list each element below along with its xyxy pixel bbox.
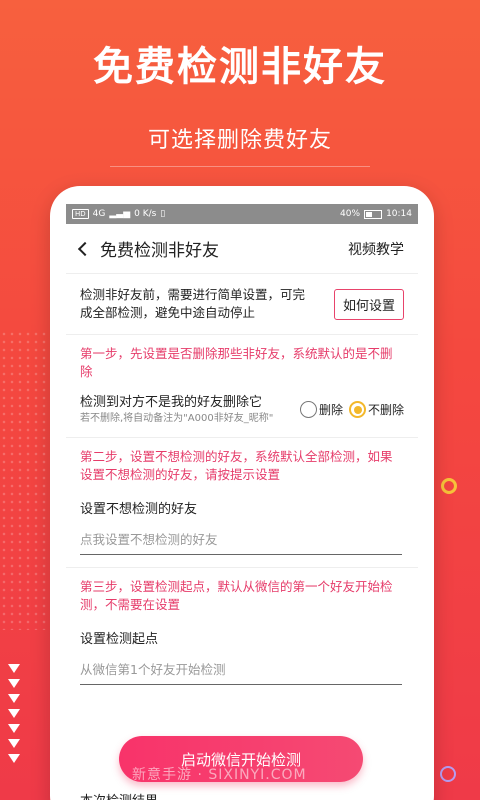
how-to-setup-button[interactable]: 如何设置 (333, 288, 404, 320)
phone-screen: HD 4G ▂▃▅ 0 K/s ▯ 40% 10:14 免费检测非好友 视频教学… (66, 204, 418, 800)
radio-delete[interactable]: 删除 (299, 401, 343, 418)
triangle-icon (8, 739, 20, 748)
delete-radio-group: 删除 不删除 (299, 401, 404, 418)
step3-instruction: 第三步，设置检测起点，默认从微信的第一个好友开始检测，不需要在设置 (80, 579, 393, 612)
delete-option-text: 检测到对方不是我的好友删除它 若不删除,将自动备注为"A000非好友_昵称" (80, 391, 290, 425)
step1-instruction: 第一步，先设置是否删除那些非好友，系统默认的是不删除 (80, 346, 393, 379)
battery-percent: 40% (340, 209, 361, 219)
page-title: 免费检测非好友 (100, 241, 219, 261)
delete-option-section: 检测到对方不是我的好友删除它 若不删除,将自动备注为"A000非好友_昵称" 删… (66, 391, 418, 438)
delete-option-note: 若不删除,将自动备注为"A000非好友_昵称" (80, 413, 274, 424)
exclude-friends-input[interactable]: 点我设置不想检测的好友 (80, 529, 402, 555)
delete-option-row: 检测到对方不是我的好友删除它 若不删除,将自动备注为"A000非好友_昵称" 删… (80, 391, 404, 425)
intro-text: 检测非好友前，需要进行简单设置，可完成全部检测，避免中途自动停止 (80, 287, 306, 320)
start-point-label: 设置检测起点 (80, 632, 159, 647)
clock: 10:14 (386, 209, 412, 219)
delete-option-label: 检测到对方不是我的好友删除它 (80, 395, 263, 410)
radio-keep-label: 不删除 (367, 403, 404, 417)
result-label: 本次检测结果 (80, 790, 158, 800)
hd-badge: HD (72, 209, 89, 219)
radio-keep[interactable]: 不删除 (348, 401, 404, 418)
status-right: 40% 10:14 (340, 209, 412, 219)
triangle-icon (8, 664, 20, 673)
back-icon[interactable] (77, 241, 93, 256)
radio-unchecked-icon (299, 401, 317, 418)
promo-subtitle: 可选择删除费好友 (147, 128, 332, 153)
start-point-input[interactable]: 从微信第1个好友开始检测 (80, 659, 402, 685)
exclude-friends-section: 设置不想检测的好友 点我设置不想检测的好友 (66, 498, 418, 568)
title-bar: 免费检测非好友 视频教学 (66, 224, 418, 274)
battery-icon (364, 209, 383, 219)
radio-delete-label: 删除 (318, 403, 343, 417)
status-left: HD 4G ▂▃▅ 0 K/s ▯ (72, 209, 165, 219)
start-point-section: 设置检测起点 从微信第1个好友开始检测 (66, 628, 418, 697)
triangle-icon (8, 679, 20, 688)
vibrate-icon: ▯ (160, 209, 166, 219)
promo-title: 免费检测非好友 (93, 44, 387, 90)
speed-indicator: 0 K/s (134, 209, 157, 219)
intro-row: 检测非好友前，需要进行简单设置，可完成全部检测，避免中途自动停止 如何设置 (66, 274, 418, 335)
ring-decoration (441, 478, 457, 494)
triangle-icon (8, 754, 20, 763)
triangle-icon (8, 709, 20, 718)
exclude-friends-label: 设置不想检测的好友 (80, 502, 198, 517)
triangle-icon (8, 724, 20, 733)
triangle-decorations (8, 664, 22, 769)
ring-decoration (440, 766, 456, 782)
video-tutorial-link[interactable]: 视频教学 (348, 239, 404, 259)
promo-divider (110, 166, 370, 167)
radio-checked-icon (348, 401, 366, 418)
network-indicator: 4G (92, 209, 106, 219)
step2-instruction: 第二步，设置不想检测的好友，系统默认全部检测，如果设置不想检测的好友，请按提示设… (80, 449, 393, 482)
triangle-icon (8, 694, 20, 703)
signal-icon: ▂▃▅ (109, 209, 131, 219)
status-bar: HD 4G ▂▃▅ 0 K/s ▯ 40% 10:14 (66, 204, 418, 224)
watermark: 新意手游 · SIXINYI.COM (132, 767, 307, 783)
